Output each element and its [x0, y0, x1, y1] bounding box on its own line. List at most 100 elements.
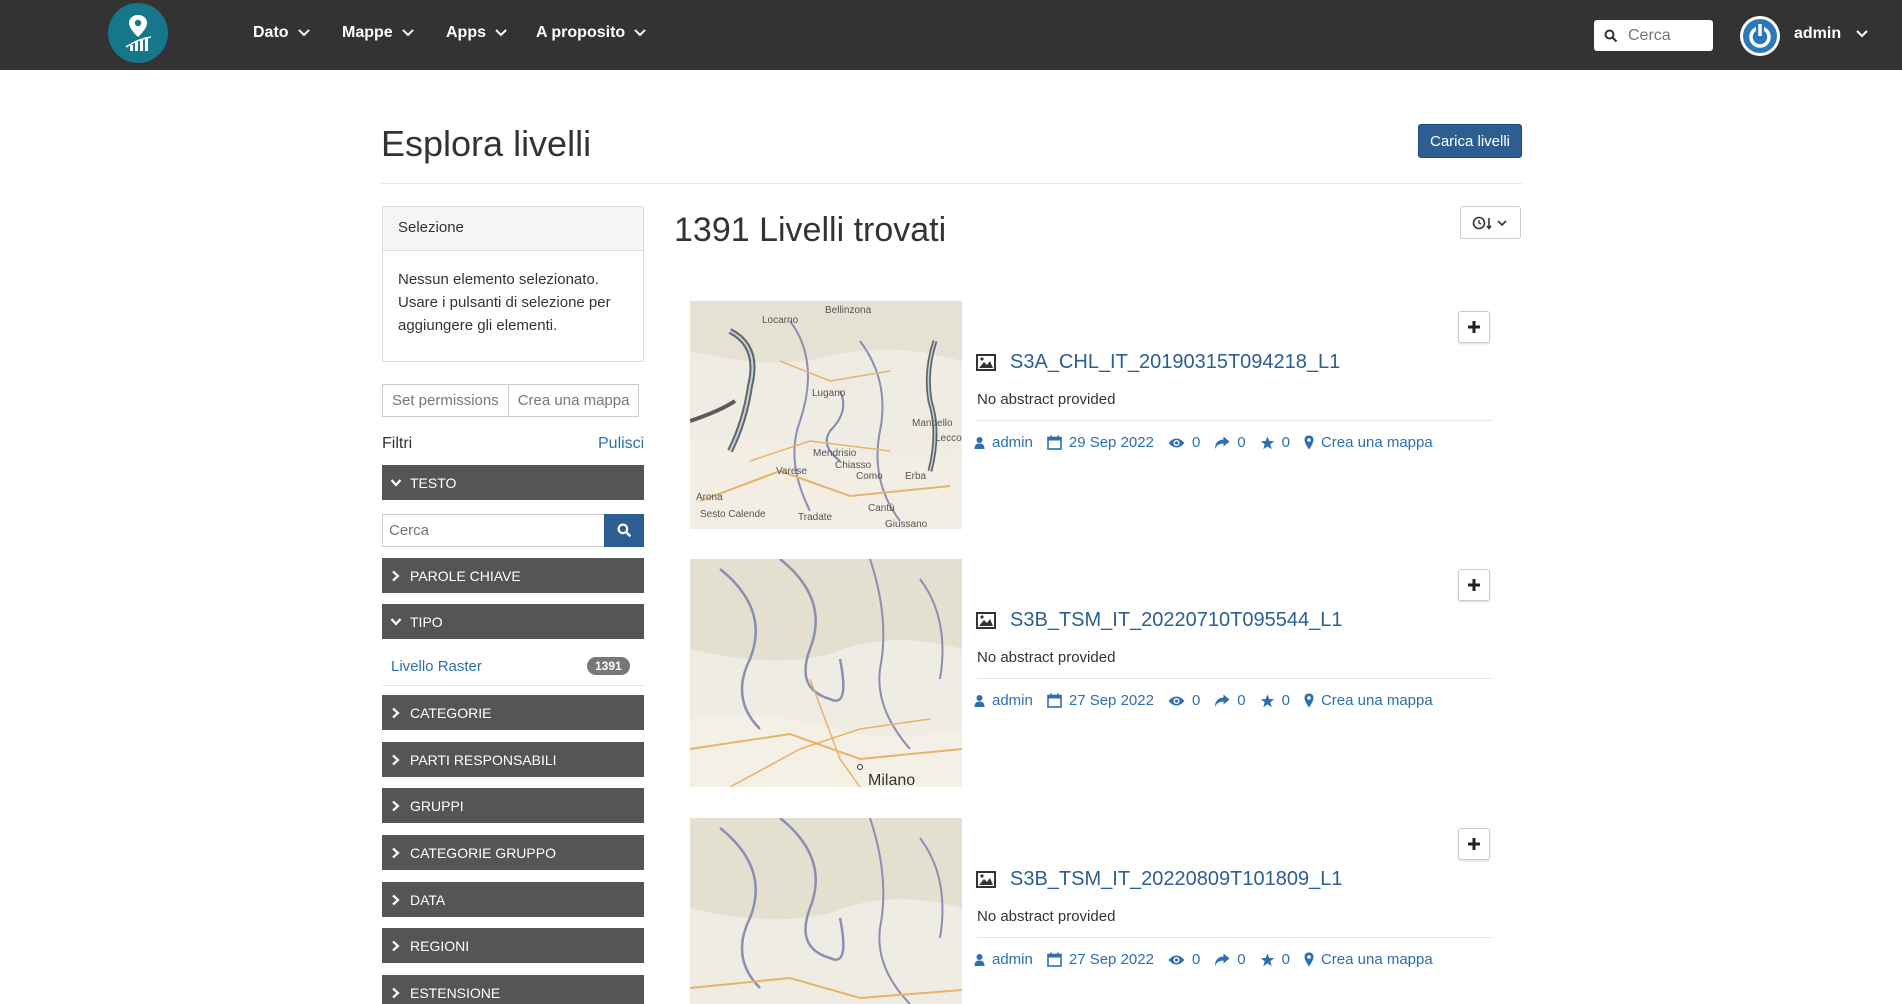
chevron-down-icon — [495, 29, 507, 37]
map-label: Arona — [696, 492, 723, 503]
owner-link[interactable]: admin — [974, 692, 1033, 709]
nav-search-input[interactable] — [1628, 26, 1708, 45]
nav-menu-mappe[interactable]: Mappe — [342, 24, 415, 42]
plus-icon — [1468, 579, 1480, 591]
date-label: 27 Sep 2022 — [1068, 692, 1154, 709]
layer-thumbnail[interactable]: Bellinzona Locarno Lugano Mendrisio Chia… — [690, 301, 962, 529]
share-icon — [1215, 436, 1230, 449]
rating-label: 0 — [1281, 692, 1290, 709]
set-permissions-button[interactable]: Set permissions — [382, 384, 509, 417]
top-navbar: Dato Mappe Apps A proposito admin — [0, 0, 1902, 70]
facet-owners[interactable]: PARTI RESPONSABILI — [382, 742, 644, 777]
chevron-right-icon — [392, 800, 400, 811]
views-label: 0 — [1191, 692, 1201, 709]
share-icon — [1215, 694, 1230, 707]
facet-label: TESTO — [410, 474, 457, 491]
rating-count: 0 — [1260, 951, 1290, 968]
layer-title-link[interactable]: S3B_TSM_IT_20220710T095544_L1 — [1010, 609, 1342, 632]
facet-label: PAROLE CHIAVE — [410, 567, 521, 584]
facet-date[interactable]: DATA — [382, 882, 644, 917]
facet-categories[interactable]: CATEGORIE — [382, 695, 644, 730]
add-to-selection-button[interactable] — [1458, 828, 1490, 860]
type-option-label[interactable]: Livello Raster — [391, 658, 482, 675]
map-thumbnail: Bellinzona Locarno Lugano Mendrisio Chia… — [690, 301, 962, 529]
nav-menu-dato[interactable]: Dato — [253, 24, 311, 42]
layer-title-link[interactable]: S3B_TSM_IT_20220809T101809_L1 — [1010, 868, 1342, 891]
map-marker-icon — [1304, 693, 1314, 708]
type-option-raster[interactable]: Livello Raster 1391 — [382, 652, 644, 686]
facet-label: REGIONI — [410, 937, 470, 954]
text-search-group — [382, 514, 644, 547]
calendar-icon — [1047, 435, 1062, 450]
map-label: Bellinzona — [825, 305, 872, 316]
avatar[interactable] — [1740, 16, 1780, 56]
map-label: Mandello — [912, 418, 953, 429]
facet-extent[interactable]: ESTENSIONE — [382, 975, 644, 1004]
chevron-right-icon — [392, 754, 400, 765]
text-search-input[interactable] — [382, 514, 604, 547]
chevron-right-icon — [392, 570, 400, 581]
create-map-button[interactable]: Crea una mappa — [508, 384, 640, 417]
create-map-link[interactable]: Crea una mappa — [1304, 951, 1433, 968]
create-map-link[interactable]: Crea una mappa — [1304, 692, 1433, 709]
map-label: Milano — [868, 772, 915, 787]
facet-keywords[interactable]: PAROLE CHIAVE — [382, 558, 644, 593]
views-count: 0 — [1168, 692, 1200, 709]
selection-panel-title: Selezione — [383, 207, 643, 251]
add-to-selection-button[interactable] — [1458, 569, 1490, 601]
chevron-down-icon — [634, 29, 646, 37]
chevron-down-icon — [401, 29, 414, 37]
map-thumbnail: Milano — [690, 559, 962, 787]
shares-label: 0 — [1237, 692, 1246, 709]
nav-menu-about[interactable]: A proposito — [536, 24, 647, 42]
views-count: 0 — [1168, 951, 1200, 968]
layer-thumbnail[interactable] — [690, 818, 962, 1004]
layer-title-link[interactable]: S3A_CHL_IT_20190315T094218_L1 — [1010, 351, 1340, 374]
owner-link[interactable]: admin — [974, 951, 1033, 968]
clear-filters-link[interactable]: Pulisci — [598, 435, 644, 453]
text-search-button[interactable] — [604, 514, 644, 547]
chevron-right-icon — [392, 894, 400, 905]
map-thumbnail — [690, 818, 962, 1004]
selection-panel: Selezione Nessun elemento selezionato. U… — [382, 206, 644, 362]
add-to-selection-button[interactable] — [1458, 311, 1490, 343]
date-label: 27 Sep 2022 — [1068, 951, 1154, 968]
layer-abstract: No abstract provided — [977, 649, 1116, 666]
rating-label: 0 — [1281, 951, 1290, 968]
user-menu[interactable]: admin — [1794, 25, 1869, 43]
chevron-right-icon — [392, 707, 400, 718]
site-logo[interactable] — [108, 3, 168, 63]
owner-label: admin — [992, 434, 1033, 451]
results-count: 1391 Livelli trovati — [674, 211, 947, 249]
map-label: Locarno — [762, 315, 799, 326]
facet-label: GRUPPI — [410, 797, 464, 814]
create-map-link[interactable]: Crea una mappa — [1304, 434, 1433, 451]
create-map-label: Crea una mappa — [1320, 692, 1433, 709]
facet-text[interactable]: TESTO — [382, 465, 644, 500]
map-label: Chiasso — [835, 460, 872, 471]
map-label: Varese — [776, 466, 807, 477]
layer-thumbnail[interactable]: Milano — [690, 559, 962, 787]
layer-abstract: No abstract provided — [977, 391, 1116, 408]
sort-dropdown-button[interactable] — [1460, 206, 1521, 239]
nav-search-box[interactable] — [1594, 20, 1713, 51]
upload-layers-button[interactable]: Carica livelli — [1418, 124, 1522, 158]
chevron-down-icon — [390, 478, 402, 487]
facet-regions[interactable]: REGIONI — [382, 928, 644, 963]
date-info: 27 Sep 2022 — [1047, 951, 1154, 968]
selection-panel-text: Nessun elemento selezionato. Usare i pul… — [398, 271, 611, 334]
chevron-right-icon — [392, 987, 400, 998]
facet-label: PARTI RESPONSABILI — [410, 751, 557, 768]
facet-type[interactable]: TIPO — [382, 604, 644, 639]
facet-label: TIPO — [410, 613, 443, 630]
nav-menu-apps[interactable]: Apps — [446, 24, 508, 42]
layer-abstract: No abstract provided — [977, 908, 1116, 925]
date-info: 27 Sep 2022 — [1047, 692, 1154, 709]
owner-link[interactable]: admin — [974, 434, 1033, 451]
facet-group-categories[interactable]: CATEGORIE GRUPPO — [382, 835, 644, 870]
date-info: 29 Sep 2022 — [1047, 434, 1154, 451]
nav-menu-label: A proposito — [536, 24, 626, 41]
power-icon — [1743, 19, 1777, 53]
facet-groups[interactable]: GRUPPI — [382, 788, 644, 823]
map-marker-icon — [1304, 435, 1314, 450]
